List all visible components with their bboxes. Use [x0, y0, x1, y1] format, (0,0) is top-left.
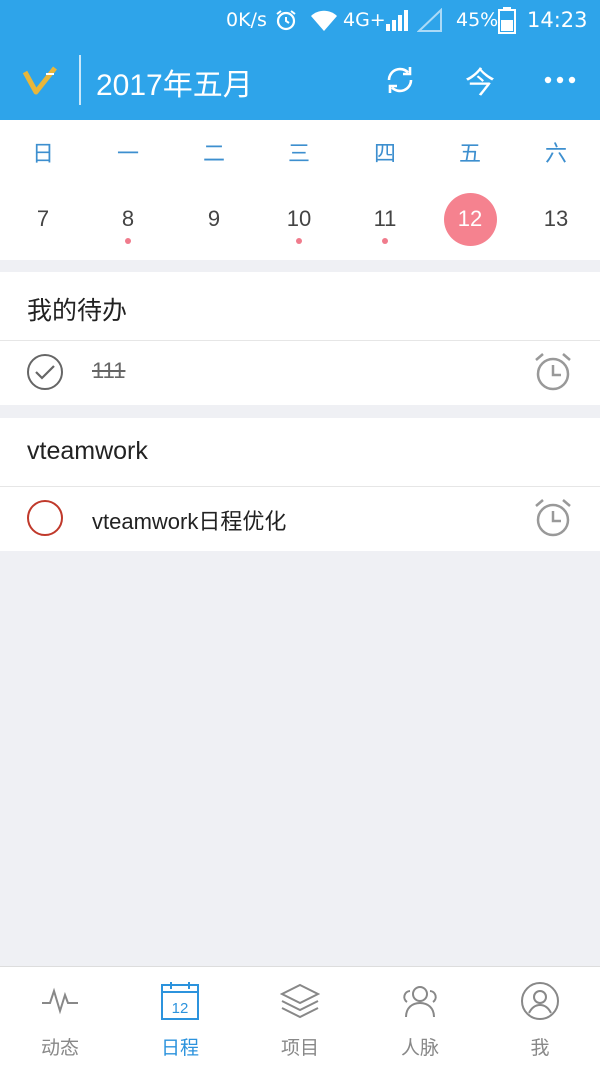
week-strip: 日 一 二 三 四 五 六 7 8 9 10 11 12 13 [0, 120, 600, 260]
weekday-tue: 二 [202, 142, 225, 167]
event-dot [296, 238, 302, 244]
header-divider [79, 55, 81, 105]
weekday-wed: 三 [287, 142, 310, 167]
weekday-sat: 六 [544, 142, 567, 167]
nav-item-me[interactable]: 我 [480, 967, 600, 1068]
pulse-icon [42, 987, 78, 1015]
clock: 14:23 [527, 8, 588, 32]
day-cell-selected[interactable]: 12 [427, 206, 513, 232]
section-title: vteamwork [27, 437, 148, 465]
alarm-status-icon [276, 10, 296, 31]
weekday-fri: 五 [458, 142, 481, 167]
task-label: vteamwork日程优化 [92, 509, 287, 534]
task-row[interactable]: 111 [0, 341, 600, 405]
profile-icon [521, 982, 559, 1020]
section-header: vteamwork [0, 418, 600, 487]
day-cell[interactable]: 10 [256, 206, 342, 232]
task-checked-icon[interactable] [26, 353, 64, 391]
nav-item-contacts[interactable]: 人脉 [360, 967, 480, 1068]
refresh-icon [387, 67, 413, 93]
alarm-clock-icon[interactable] [532, 351, 574, 393]
battery-percent: 45% [456, 9, 499, 31]
nav-item-projects[interactable]: 项目 [240, 967, 360, 1068]
today-button[interactable]: 今 [460, 60, 500, 101]
event-dot [382, 238, 388, 244]
day-cell[interactable]: 13 [513, 206, 599, 232]
day-cell[interactable]: 11 [342, 206, 428, 232]
nav-label: 日程 [160, 1037, 199, 1059]
nav-item-schedule[interactable]: 12 日程 [120, 967, 240, 1068]
weekday-mon: 一 [116, 142, 139, 167]
layers-icon [280, 983, 320, 1019]
section-title: 我的待办 [27, 297, 128, 325]
weekday-sun: 日 [31, 142, 54, 167]
today-icon: 今 [465, 66, 495, 101]
calendar-icon: 12 [161, 982, 199, 1020]
nav-label: 人脉 [400, 1037, 439, 1059]
more-icon [544, 76, 576, 84]
day-cell[interactable]: 8 [85, 206, 171, 232]
network-speed: 0K/s [226, 9, 267, 31]
contacts-icon [403, 986, 437, 1018]
task-unchecked-icon[interactable] [26, 499, 64, 537]
event-dot [125, 238, 131, 244]
status-bar: 0K/s 4G+ 45% 14:23 [0, 0, 600, 40]
nav-label: 我 [530, 1037, 550, 1059]
task-label: 111 [92, 358, 126, 383]
section-header: 我的待办 [0, 272, 600, 341]
calendar-icon-day: 12 [172, 1000, 189, 1017]
battery-icon [498, 7, 516, 34]
refresh-button[interactable] [380, 60, 420, 100]
logo-v-icon [22, 66, 57, 95]
weekday-thu: 四 [373, 142, 396, 167]
nav-label: 项目 [280, 1037, 319, 1059]
more-button[interactable] [540, 60, 580, 100]
task-row[interactable]: vteamwork日程优化 [0, 487, 600, 551]
signal-empty-icon [417, 8, 442, 32]
day-cell[interactable]: 9 [171, 206, 257, 232]
nav-label: 动态 [40, 1037, 79, 1059]
day-cell[interactable]: 7 [0, 206, 86, 232]
signal-icon [386, 10, 408, 31]
network-type: 4G+ [343, 9, 386, 31]
alarm-clock-icon[interactable] [532, 497, 574, 539]
bottom-navigation: 动态 12 日程 项目 人脉 我 [0, 966, 600, 1068]
app-header: 2017年五月 今 [0, 40, 600, 120]
page-title: 2017年五月 [96, 69, 253, 102]
nav-item-activity[interactable]: 动态 [0, 967, 120, 1068]
wifi-icon [311, 10, 337, 31]
